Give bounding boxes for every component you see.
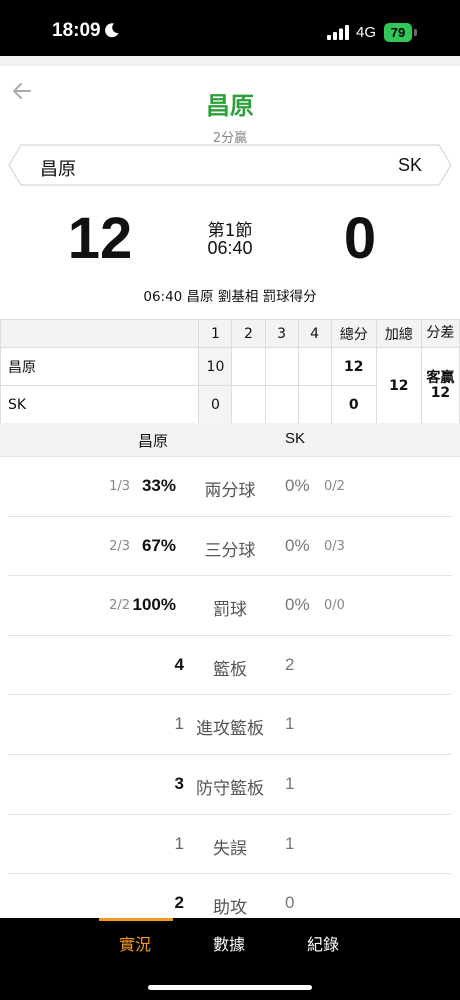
comparison-header: 昌原 SK bbox=[0, 423, 460, 457]
signal-icon bbox=[327, 25, 349, 40]
row-q4 bbox=[297, 347, 332, 386]
row-team-name: 昌原 bbox=[0, 347, 200, 386]
home-value: 33% bbox=[141, 476, 176, 495]
row-q1: 10 bbox=[198, 347, 233, 386]
header-cell-q3: 3 bbox=[264, 319, 299, 348]
header-cell-sum: 加總 bbox=[375, 319, 422, 348]
stat-row-two-pointers: 1/3 33% 兩分球 0% 0/2 bbox=[8, 457, 452, 517]
stat-label: 三分球 bbox=[204, 540, 256, 561]
stat-row-offensive-rebounds: 1 進攻籃板 1 bbox=[8, 695, 452, 755]
home-value: 67% bbox=[141, 535, 176, 555]
away-value: 0% bbox=[285, 476, 310, 495]
row-q2 bbox=[231, 347, 266, 386]
diff-cell: 客贏 12 bbox=[420, 347, 460, 424]
home-indicator[interactable] bbox=[148, 985, 312, 990]
comparison-home-team: 昌原 bbox=[138, 432, 169, 450]
last-play-text: 06:40 昌原 劉基相 罰球得分 bbox=[143, 289, 317, 305]
stat-label: 罰球 bbox=[213, 600, 247, 621]
away-value: 0% bbox=[285, 535, 310, 555]
header-cell-q4: 4 bbox=[297, 319, 332, 348]
row-q1: 0 bbox=[198, 385, 233, 424]
diff-value: 12 bbox=[430, 384, 451, 401]
away-value: 1 bbox=[285, 833, 295, 853]
row-q3 bbox=[264, 347, 299, 386]
stat-label: 失誤 bbox=[213, 838, 247, 859]
top-divider bbox=[0, 56, 460, 66]
away-score: 0 bbox=[343, 206, 377, 271]
moon-icon bbox=[105, 23, 119, 38]
home-fraction: 2/3 bbox=[109, 538, 130, 554]
diff-label: 客贏 bbox=[426, 369, 455, 386]
stat-label: 防守籃板 bbox=[196, 778, 264, 799]
stat-label: 籃板 bbox=[213, 659, 247, 680]
stat-row-free-throws: 2/2 100% 罰球 0% 0/0 bbox=[8, 576, 452, 636]
home-value: 2 bbox=[174, 893, 184, 913]
stat-comparison-list: 1/3 33% 兩分球 0% 0/2 2/3 67% 三分球 0% 0/3 2/… bbox=[0, 457, 460, 934]
stat-row-three-pointers: 2/3 67% 三分球 0% 0/3 bbox=[8, 517, 452, 577]
home-value: 4 bbox=[174, 654, 184, 674]
home-value: 100% bbox=[132, 595, 176, 615]
row-total: 0 bbox=[330, 385, 377, 424]
away-value: 1 bbox=[285, 714, 295, 734]
header-cell-team bbox=[0, 319, 200, 348]
home-value: 3 bbox=[174, 773, 184, 793]
status-time: 18:09 bbox=[52, 20, 101, 41]
home-value: 1 bbox=[174, 833, 184, 853]
header-cell-q2: 2 bbox=[231, 319, 266, 348]
away-fraction: 0/3 bbox=[324, 538, 345, 554]
home-team-name: 昌原 bbox=[40, 159, 76, 180]
row-team-name: SK bbox=[0, 385, 200, 424]
header-cell-diff: 分差 bbox=[420, 319, 460, 348]
table-row: 昌原 10 12 12 客贏 12 bbox=[0, 347, 460, 424]
away-value: 2 bbox=[285, 654, 295, 674]
stat-row-turnovers: 1 失誤 1 bbox=[8, 815, 452, 875]
stat-row-defensive-rebounds: 3 防守籃板 1 bbox=[8, 755, 452, 815]
stat-label: 兩分球 bbox=[204, 481, 256, 501]
stat-label: 助攻 bbox=[213, 898, 247, 919]
away-value: 1 bbox=[285, 773, 295, 793]
header-cell-total: 總分 bbox=[330, 319, 377, 348]
tab-records[interactable]: 紀錄 bbox=[307, 931, 339, 955]
network-type: 4G bbox=[356, 24, 377, 41]
away-value: 0 bbox=[285, 893, 295, 913]
home-value: 1 bbox=[174, 714, 184, 734]
tab-live[interactable]: 實況 bbox=[119, 931, 151, 955]
tab-stats[interactable]: 數據 bbox=[213, 931, 245, 955]
sum-cell: 12 bbox=[375, 347, 422, 424]
header-cell-q1: 1 bbox=[198, 319, 233, 348]
home-score: 12 bbox=[67, 206, 133, 271]
team-banner: 昌原 SK bbox=[8, 144, 452, 186]
row-q2 bbox=[231, 385, 266, 424]
battery-icon: 79 bbox=[384, 23, 412, 42]
stat-row-rebounds: 4 籃板 2 bbox=[8, 636, 452, 696]
page-title: 昌原 bbox=[206, 92, 254, 120]
away-team-name: SK bbox=[397, 155, 422, 175]
row-total: 12 bbox=[330, 347, 377, 386]
away-fraction: 0/0 bbox=[324, 598, 345, 614]
stat-label: 進攻籃板 bbox=[196, 719, 264, 740]
away-fraction: 0/2 bbox=[324, 479, 345, 494]
status-bar: 18:09 4G 79 bbox=[0, 0, 460, 56]
home-fraction: 2/2 bbox=[109, 598, 130, 614]
row-q3 bbox=[264, 385, 299, 424]
comparison-away-team: SK bbox=[285, 430, 306, 447]
active-tab-indicator bbox=[99, 918, 173, 921]
away-value: 0% bbox=[285, 595, 310, 615]
home-fraction: 1/3 bbox=[109, 479, 130, 494]
game-clock: 06:40 bbox=[207, 238, 253, 258]
box-score-table: 1 2 3 4 總分 加總 分差 昌原 10 12 12 客贏 12 SK 0 … bbox=[0, 319, 460, 424]
box-score-header: 1 2 3 4 總分 加總 分差 bbox=[0, 319, 460, 348]
row-q4 bbox=[297, 385, 332, 424]
battery-cap bbox=[414, 29, 417, 36]
